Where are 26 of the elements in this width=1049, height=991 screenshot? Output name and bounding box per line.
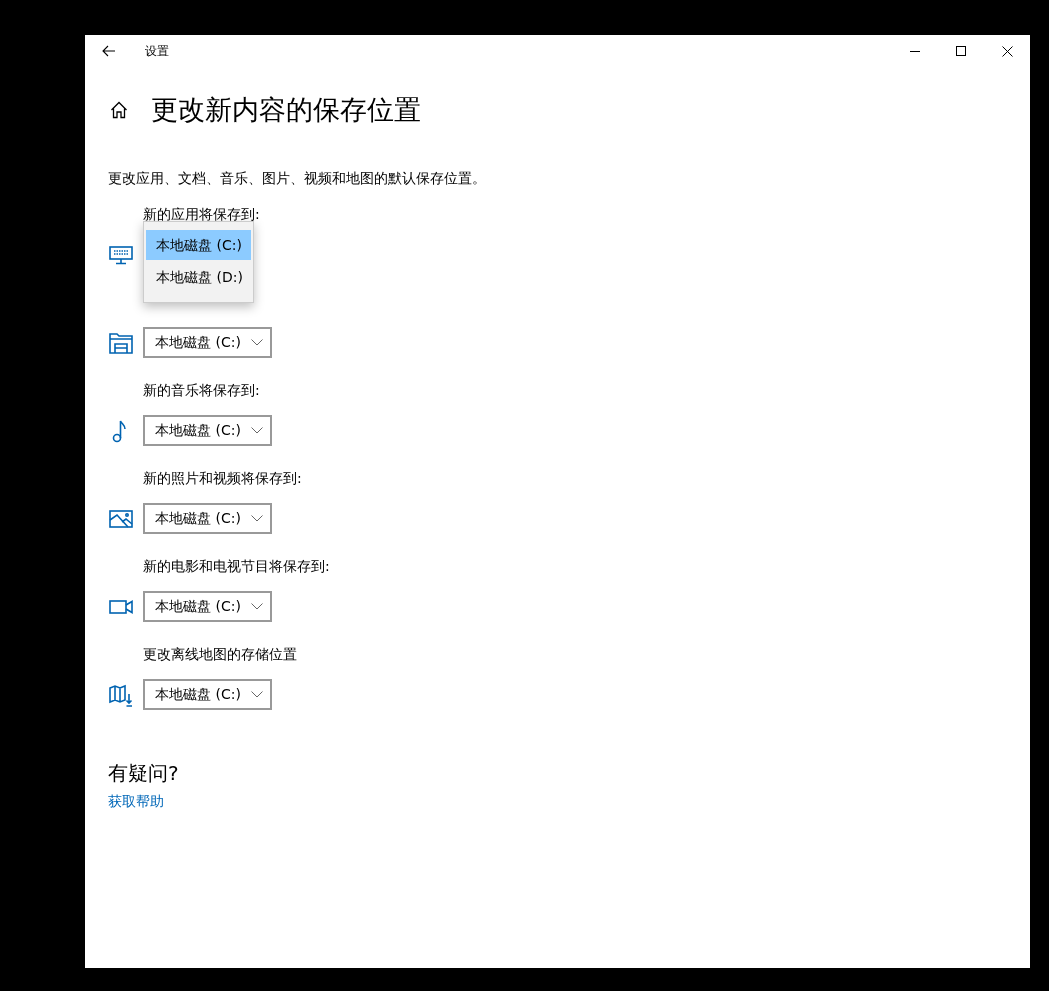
back-arrow-icon[interactable] [102, 45, 116, 57]
page-title: 更改新内容的保存位置 [151, 93, 421, 127]
setting-label: 新的音乐将保存到: [143, 381, 261, 400]
drive-dropdown[interactable]: 本地磁盘 (C:) [143, 327, 272, 358]
drive-dropdown[interactable]: 本地磁盘 (C:) [143, 415, 272, 446]
help-heading: 有疑问? [108, 760, 180, 787]
setting-label: 更改离线地图的存储位置 [143, 645, 298, 664]
menu-option[interactable]: 本地磁盘 (D:) [146, 262, 251, 292]
drive-dropdown[interactable]: 本地磁盘 (C:) [143, 679, 272, 710]
help-link[interactable]: 获取帮助 [108, 793, 164, 811]
chevron-down-icon [251, 603, 263, 610]
setting-label: 新的照片和视频将保存到: [143, 469, 303, 488]
setting-label: 新的电影和电视节目将保存到: [143, 557, 331, 576]
maximize-icon[interactable] [956, 46, 966, 56]
drive-dropdown[interactable]: 本地磁盘 (C:) [143, 591, 272, 622]
chevron-down-icon [251, 515, 263, 522]
drive-dropdown[interactable]: 本地磁盘 (C:) [143, 503, 272, 534]
chevron-down-icon [251, 339, 263, 346]
home-icon[interactable] [110, 101, 128, 119]
window-title: 设置 [145, 42, 169, 60]
setting-label: 新的应用将保存到: [143, 205, 261, 224]
chevron-down-icon [251, 427, 263, 434]
page-description: 更改应用、文档、音乐、图片、视频和地图的默认保存位置。 [108, 170, 487, 188]
chevron-down-icon [251, 691, 263, 698]
menu-option[interactable]: 本地磁盘 (C:) [146, 230, 251, 260]
close-icon[interactable] [1002, 45, 1013, 57]
